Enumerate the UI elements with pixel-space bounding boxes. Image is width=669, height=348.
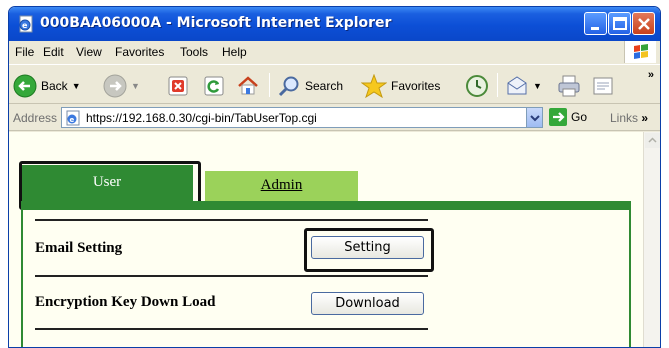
divider bbox=[35, 275, 428, 277]
stop-icon bbox=[168, 76, 188, 96]
vertical-scrollbar[interactable] bbox=[643, 132, 660, 347]
back-dropdown-icon[interactable]: ▼ bbox=[72, 81, 81, 91]
go-label: Go bbox=[571, 110, 588, 124]
home-icon bbox=[238, 76, 258, 95]
forward-button[interactable]: ▼ bbox=[103, 73, 140, 99]
favorites-button[interactable]: Favorites bbox=[361, 73, 440, 99]
maximize-icon bbox=[613, 17, 627, 30]
divider bbox=[35, 328, 428, 330]
history-icon bbox=[466, 75, 488, 97]
browser-window: e 000BAA06000A - Microsoft Internet Expl… bbox=[8, 6, 661, 348]
menu-favorites[interactable]: Favorites bbox=[115, 45, 164, 59]
go-button[interactable]: Go bbox=[549, 108, 587, 126]
chevron-up-icon bbox=[648, 137, 657, 143]
encryption-key-label: Encryption Key Down Load bbox=[35, 294, 216, 310]
address-url: https://192.168.0.30/cgi-bin/TabUserTop.… bbox=[86, 111, 317, 125]
favorites-star-icon bbox=[361, 74, 387, 98]
windows-logo bbox=[624, 41, 656, 63]
download-button[interactable]: Download bbox=[311, 292, 424, 315]
search-icon bbox=[278, 76, 299, 97]
edit-button[interactable] bbox=[591, 73, 615, 99]
home-button[interactable] bbox=[237, 73, 259, 99]
minimize-icon bbox=[591, 27, 599, 30]
ie-page-icon: e bbox=[19, 15, 33, 33]
tab-admin[interactable]: Admin bbox=[205, 171, 358, 201]
address-dropdown-button[interactable] bbox=[526, 108, 542, 127]
mail-icon bbox=[507, 76, 527, 95]
edit-page-icon bbox=[593, 77, 613, 95]
favorites-label: Favorites bbox=[391, 79, 441, 93]
close-button[interactable] bbox=[632, 12, 655, 35]
toolbar-overflow-chevron[interactable]: » bbox=[648, 69, 654, 81]
chevron-down-icon bbox=[530, 115, 540, 122]
address-label: Address bbox=[13, 111, 58, 125]
forward-arrow-icon bbox=[103, 74, 127, 98]
stop-button[interactable] bbox=[167, 73, 189, 99]
menu-tools[interactable]: Tools bbox=[180, 45, 208, 59]
tab-underline-bar bbox=[21, 201, 631, 210]
menu-edit[interactable]: Edit bbox=[43, 45, 64, 59]
back-arrow-icon bbox=[13, 74, 37, 98]
address-bar: Address e https://192.168.0.30/cgi-bin/T… bbox=[9, 105, 660, 131]
refresh-button[interactable] bbox=[203, 73, 225, 99]
close-icon bbox=[638, 18, 650, 30]
title-bar[interactable]: e 000BAA06000A - Microsoft Internet Expl… bbox=[9, 7, 660, 41]
refresh-icon bbox=[204, 76, 224, 96]
back-label: Back bbox=[41, 79, 68, 93]
printer-icon bbox=[558, 75, 580, 97]
menu-bar: File Edit View Favorites Tools Help bbox=[9, 41, 660, 63]
links-label: Links bbox=[610, 111, 639, 125]
links-overflow-chevron[interactable]: » bbox=[641, 111, 648, 125]
back-button[interactable]: Back ▼ bbox=[13, 73, 81, 99]
go-arrow-icon bbox=[549, 108, 567, 126]
divider bbox=[35, 219, 428, 221]
scroll-up-button[interactable] bbox=[645, 133, 660, 148]
mail-dropdown-icon[interactable]: ▼ bbox=[533, 81, 542, 91]
ie-page-icon: e bbox=[66, 110, 80, 126]
setting-button-highlight-frame bbox=[304, 228, 434, 272]
svg-text:e: e bbox=[22, 21, 28, 30]
forward-dropdown-icon[interactable]: ▼ bbox=[131, 81, 140, 91]
menu-view[interactable]: View bbox=[76, 45, 102, 59]
search-button[interactable]: Search bbox=[277, 73, 343, 99]
email-setting-label: Email Setting bbox=[35, 240, 123, 256]
history-button[interactable] bbox=[465, 73, 489, 99]
minimize-button[interactable] bbox=[584, 12, 607, 35]
address-input[interactable]: e https://192.168.0.30/cgi-bin/TabUserTo… bbox=[61, 107, 543, 128]
toolbar-separator bbox=[269, 73, 270, 97]
search-label: Search bbox=[305, 79, 344, 93]
menu-help[interactable]: Help bbox=[222, 45, 247, 59]
tab-admin-label[interactable]: Admin bbox=[261, 177, 303, 193]
standard-toolbar: Back ▼ ▼ Search Favorites ▼ » bbox=[9, 64, 660, 104]
svg-text:e: e bbox=[70, 116, 75, 124]
menu-file[interactable]: File bbox=[15, 45, 34, 59]
print-button[interactable] bbox=[557, 73, 581, 99]
maximize-button[interactable] bbox=[608, 12, 631, 35]
page-content: User Admin Email Setting Encryption Key … bbox=[9, 132, 660, 347]
links-toolbar[interactable]: Links » bbox=[610, 111, 648, 125]
mail-button[interactable]: ▼ bbox=[505, 73, 542, 99]
toolbar-separator bbox=[497, 73, 498, 97]
windows-flag-icon bbox=[634, 44, 648, 59]
window-title: 000BAA06000A - Microsoft Internet Explor… bbox=[40, 15, 392, 31]
